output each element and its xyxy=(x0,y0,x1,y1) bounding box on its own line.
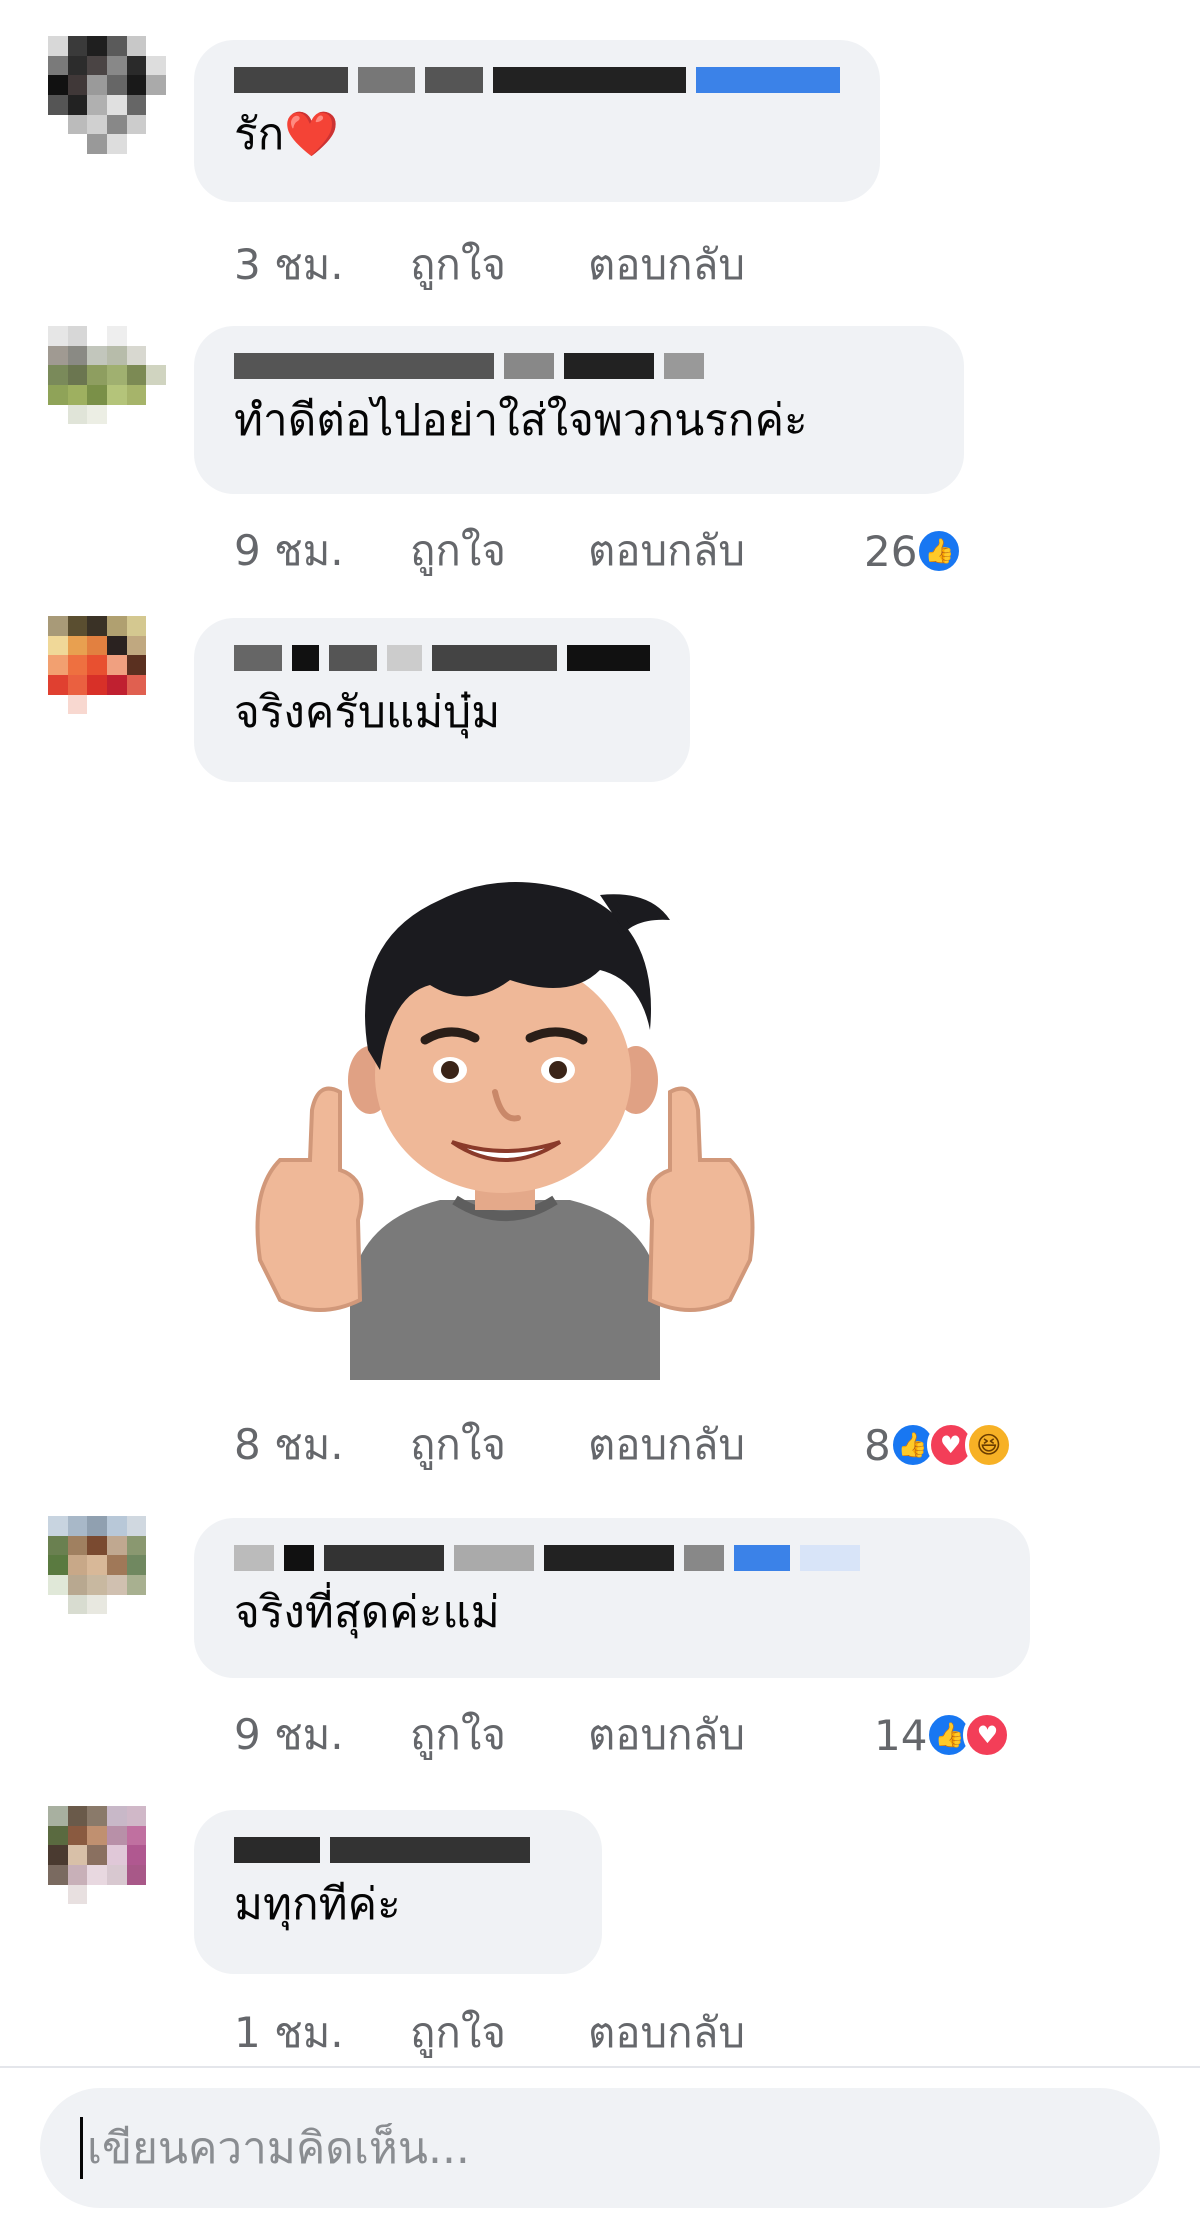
author-name-redacted[interactable] xyxy=(234,1544,990,1572)
author-name-redacted[interactable] xyxy=(234,1836,562,1864)
reply-button[interactable]: ตอบกลับ xyxy=(588,2000,838,2066)
comment-text: จริงที่สุดค่ะแม่ xyxy=(234,1587,500,1638)
like-button[interactable]: ถูกใจ xyxy=(410,232,588,298)
comment-bubble[interactable]: ทำดีต่อไปอย่าใส่ใจพวกนรกค่ะ xyxy=(194,326,964,494)
like-icon: 👍 xyxy=(915,527,964,575)
reaction-count[interactable]: 26 xyxy=(864,527,917,576)
comment-bubble[interactable]: มทุกทีค่ะ xyxy=(194,1810,602,1974)
avatar[interactable] xyxy=(48,36,166,154)
avatar[interactable] xyxy=(48,326,166,444)
thumbs-up-avatar-sticker[interactable] xyxy=(240,860,770,1380)
author-name-redacted[interactable] xyxy=(234,644,650,672)
reaction-count[interactable]: 14 xyxy=(874,1711,927,1760)
comment-input[interactable] xyxy=(87,2122,987,2174)
avatar[interactable] xyxy=(48,1516,166,1634)
love-icon: ♥ xyxy=(963,1711,1012,1759)
author-name-redacted[interactable] xyxy=(234,66,840,94)
comment-bubble[interactable]: รัก❤️ xyxy=(194,40,880,202)
comment-text: รัก❤️ xyxy=(234,109,340,160)
reply-button[interactable]: ตอบกลับ xyxy=(588,232,838,298)
avatar[interactable] xyxy=(48,1806,166,1924)
comment-text: จริงครับแม่บุ๋ม xyxy=(234,687,501,738)
author-name-redacted[interactable] xyxy=(234,352,924,380)
text-caret xyxy=(80,2117,83,2179)
reply-button[interactable]: ตอบกลับ xyxy=(588,1412,838,1478)
comment-meta: 9 ชม. ถูกใจ ตอบกลับ 14 👍 ♥ xyxy=(234,1702,1012,1768)
composer-divider xyxy=(0,2066,1200,2068)
like-button[interactable]: ถูกใจ xyxy=(410,1412,588,1478)
comment-time[interactable]: 9 ชม. xyxy=(234,518,410,584)
like-button[interactable]: ถูกใจ xyxy=(410,518,588,584)
comment-meta: 3 ชม. ถูกใจ ตอบกลับ xyxy=(234,232,838,298)
like-button[interactable]: ถูกใจ xyxy=(410,2000,588,2066)
comment-meta: 8 ชม. ถูกใจ ตอบกลับ 8 👍 ♥ 😆 xyxy=(234,1412,1013,1478)
reaction-count[interactable]: 8 xyxy=(864,1421,891,1470)
comment-time[interactable]: 8 ชม. xyxy=(234,1412,410,1478)
avatar[interactable] xyxy=(48,616,166,734)
comment-text: มทุกทีค่ะ xyxy=(234,1879,401,1930)
comment-time[interactable]: 1 ชม. xyxy=(234,2000,410,2066)
comment-text: ทำดีต่อไปอย่าใส่ใจพวกนรกค่ะ xyxy=(234,395,808,446)
haha-icon: 😆 xyxy=(964,1421,1013,1469)
comment-meta: 9 ชม. ถูกใจ ตอบกลับ 26 👍 xyxy=(234,518,964,584)
comment-bubble[interactable]: จริงที่สุดค่ะแม่ xyxy=(194,1518,1030,1678)
reply-button[interactable]: ตอบกลับ xyxy=(588,1702,838,1768)
comment-time[interactable]: 9 ชม. xyxy=(234,1702,410,1768)
comment-bubble[interactable]: จริงครับแม่บุ๋ม xyxy=(194,618,690,782)
reply-button[interactable]: ตอบกลับ xyxy=(588,518,838,584)
like-button[interactable]: ถูกใจ xyxy=(410,1702,588,1768)
comment-meta: 1 ชม. ถูกใจ ตอบกลับ xyxy=(234,2000,838,2066)
comment-time[interactable]: 3 ชม. xyxy=(234,232,410,298)
comment-composer[interactable] xyxy=(40,2088,1160,2208)
